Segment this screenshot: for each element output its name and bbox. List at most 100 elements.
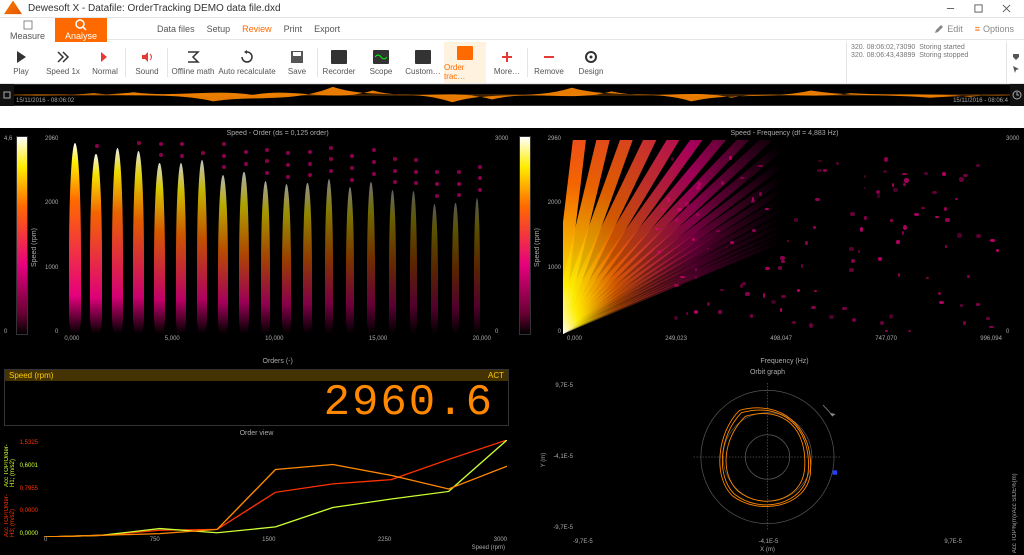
y-axis: 2960 2000 1000 0 [541,130,563,365]
log-ts: 320. 08:06:43,43899 [851,52,915,59]
speed-button[interactable]: Speed 1x [42,42,84,83]
scope-icon [373,49,389,65]
ordertrack-icon [457,45,473,61]
recorder-button[interactable]: Recorder [318,42,360,83]
panel-orbit[interactable]: Orbit graph 9,7E-5 -4,1E-5 -9,7E-5 Y (m)… [513,367,1022,553]
ribbon-setup[interactable]: Setup [207,24,231,34]
x-axis: 0 750 1500 2250 3000 [44,537,507,551]
plot-title: Speed - Order (ds = 0,125 order) [60,130,495,140]
scope-button[interactable]: Scope [360,42,402,83]
measure-icon [21,19,35,31]
x-axis: 0,000 249,023 498,047 747,070 996,094 [563,334,1006,358]
panel-speed-freq[interactable]: Speed (rpm) 2960 2000 1000 0 Speed - Fre… [513,130,1022,365]
right-label: Acc TOP%(m)/Acc SIDE%(m) [1012,423,1018,553]
play-icon [13,49,29,65]
cursor-icon[interactable] [1011,64,1021,74]
speed-readout[interactable]: Speed (rpm) ACT 2960.6 [4,369,509,426]
titlebar: Dewesoft X - Datafile: OrderTracking DEM… [0,0,1024,18]
window-title: Dewesoft X - Datafile: OrderTracking DEM… [28,3,936,14]
offline-math-button[interactable]: Offline math [168,42,218,83]
maximize-button[interactable] [964,0,992,17]
order-view[interactable]: Order view Acc TOP/Order-H3; (m/s2) Acc … [4,430,509,551]
play-button[interactable]: Play [0,42,42,83]
plot-title: Orbit graph [513,369,1022,376]
log-msg: Storing stopped [919,52,968,59]
plot-title: Speed - Frequency (df = 4,883 Hz) [563,130,1006,140]
ordertrack-button[interactable]: Order trac… [444,42,486,83]
timeline-waveform[interactable]: 15/11/2016 - 08:06:02 15/11/2016 - 08:06… [14,85,1010,105]
x-axis-label: Speed (rpm) [472,545,505,551]
colorbar-ticks-outer: 4,6 0 [2,130,12,365]
plot-area[interactable] [60,140,495,334]
x-axis: 0,000 5,000 10,000 15,000 20,000 [60,334,495,358]
colorbar-ticks: 3000 0 [1006,130,1022,365]
plot-area[interactable] [563,140,1006,334]
tab-analyse[interactable]: Analyse [55,18,107,42]
colorbar [519,136,531,335]
close-button[interactable] [992,0,1020,17]
analyse-icon [74,19,88,31]
plot-area[interactable] [44,440,507,537]
colorbar [16,136,28,335]
y-axis-label: Speed (rpm) [30,130,38,365]
plot-title: Order view [4,430,509,437]
sound-icon [139,49,155,65]
series-label: Acc TOP/Order-H1; (m/s2) [4,440,16,488]
x-axis-label: X (m) [513,547,1022,553]
colorbar-ticks: 3000 0 [495,130,511,365]
design-icon [583,49,599,65]
plus-icon [499,49,515,65]
timeline-end-button[interactable] [1010,84,1024,106]
main-tabs: Measure Analyse [0,18,107,42]
recalc-button[interactable]: Auto recalculate [218,42,276,83]
ribbon-tabs: Data files Setup Review Print Export Edi… [107,18,1024,40]
math-icon [185,49,201,65]
log-ts: 320. 08:06:02,73090 [851,44,915,51]
design-button[interactable]: Design [570,42,612,83]
series-label: Acc TOP/Order-H3; (m/s2) [4,490,16,538]
log-msg: Storing started [919,44,968,51]
x-axis-label: Orders (-) [60,358,495,365]
save-icon [289,49,305,65]
pencil-icon [934,24,944,34]
custom-button[interactable]: Custom… [402,42,444,83]
tab-measure[interactable]: Measure [0,18,55,42]
speed-icon [55,49,71,65]
speed-value: 2960.6 [5,381,508,425]
timeline-end-ts: 15/11/2016 - 08:06:4 [953,98,1008,104]
status-log: 320. 08:06:02,73090 320. 08:06:43,43899 … [846,42,1006,83]
sound-button[interactable]: Sound [126,42,168,83]
recalc-icon [239,49,255,65]
y-axis: 2960 2000 1000 0 [38,130,60,365]
speed-header: Speed (rpm) [9,371,53,380]
side-icons [1006,42,1024,83]
y-axis-label: Y (m) [541,453,547,468]
x-axis-label: Frequency (Hz) [563,358,1006,365]
x-axis: -9,7E-5 -4,1E-5 9,7E-5 [573,539,962,545]
plot-area[interactable] [573,383,962,531]
edit-button[interactable]: Edit [934,24,963,34]
remove-button[interactable]: Remove [528,42,570,83]
workspace: 4,6 0 Speed (rpm) 2960 2000 1000 0 Speed… [0,128,1024,555]
minimize-button[interactable] [936,0,964,17]
y-axis: Acc TOP/Order-H3; (m/s2) Acc TOP/Order-H… [4,440,42,537]
y-axis: 9,7E-5 -4,1E-5 -9,7E-5 [551,383,573,531]
more-button[interactable]: More… [486,42,528,83]
panel-speed-order[interactable]: 4,6 0 Speed (rpm) 2960 2000 1000 0 Speed… [2,130,511,365]
ribbon-review[interactable]: Review [242,24,272,34]
timeline-start-button[interactable] [0,84,14,106]
marker-icon[interactable] [1011,52,1021,62]
timeline[interactable]: 15/11/2016 - 08:06:02 15/11/2016 - 08:06… [0,84,1024,106]
minus-icon [541,49,557,65]
normal-icon [97,49,113,65]
save-button[interactable]: Save [276,42,318,83]
normal-button[interactable]: Normal [84,42,126,83]
tab-label: Analyse [65,31,97,41]
custom-icon [415,49,431,65]
ribbon-export[interactable]: Export [314,24,340,34]
y-axis-label: Speed (rpm) [533,130,541,365]
toolbar: Play Speed 1x Normal Sound Offline math … [0,42,1024,84]
ribbon-datafiles[interactable]: Data files [157,24,195,34]
ribbon-print[interactable]: Print [284,24,303,34]
options-button[interactable]: ≡Options [975,24,1014,34]
